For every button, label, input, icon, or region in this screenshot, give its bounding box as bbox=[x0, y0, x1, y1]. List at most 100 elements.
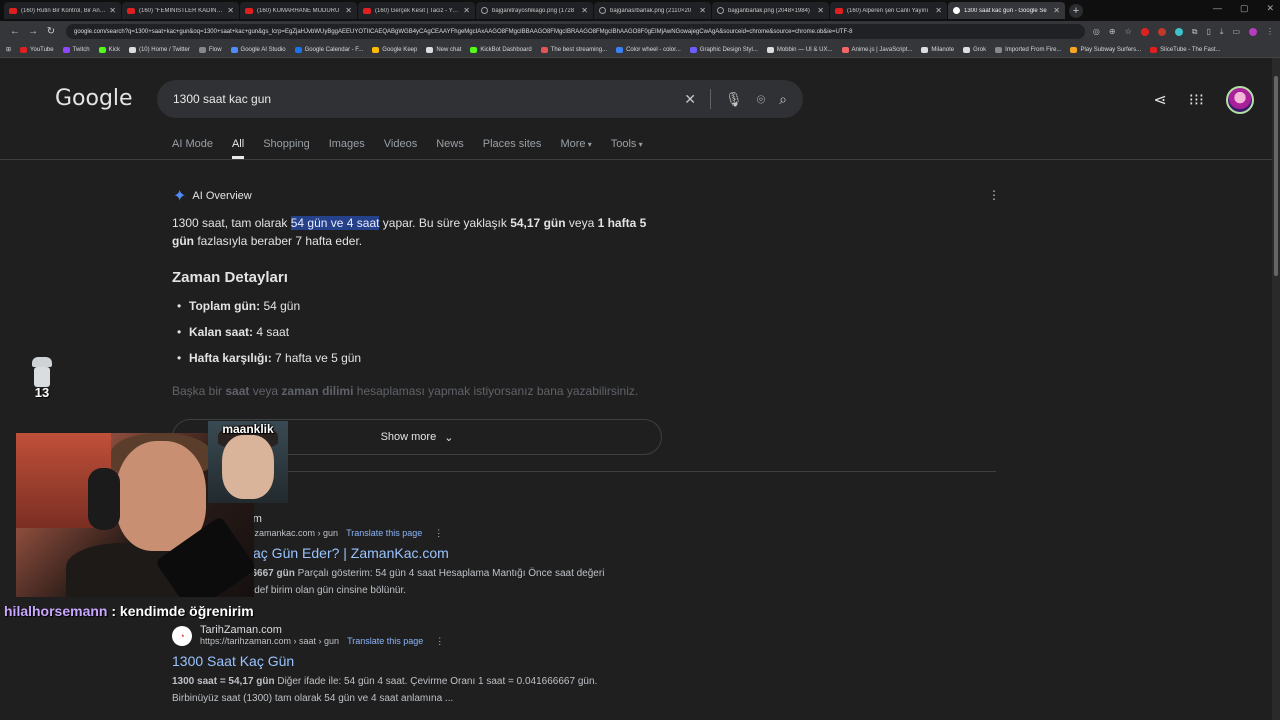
forward-icon[interactable]: → bbox=[24, 26, 42, 37]
tab-title: (160) Alperen şen Canlı Yayını bbox=[847, 7, 929, 14]
tab-places-sites[interactable]: Places sites bbox=[483, 138, 542, 159]
translate-link[interactable]: Translate this page bbox=[346, 528, 422, 538]
bookmark-item[interactable]: Mobbin — UI & UX... bbox=[766, 46, 833, 53]
tab-ai-mode[interactable]: AI Mode bbox=[172, 138, 213, 159]
tab-shopping[interactable]: Shopping bbox=[263, 138, 310, 159]
close-tab-icon[interactable]: ✕ bbox=[345, 6, 352, 15]
bookmark-item[interactable]: (10) Home / Twitter bbox=[128, 46, 190, 53]
search-input[interactable]: 1300 saat kac gun bbox=[173, 92, 684, 106]
minimize-icon[interactable]: — bbox=[1213, 3, 1222, 14]
extensions-puzzle-icon[interactable]: ⧉ bbox=[1192, 27, 1198, 37]
clear-icon[interactable]: ✕ bbox=[684, 91, 696, 108]
bookmark-item[interactable]: Color wheel - color... bbox=[616, 46, 681, 53]
bookmark-item[interactable]: Twitch bbox=[62, 46, 90, 53]
bookmark-item[interactable]: Play Subway Surfers... bbox=[1070, 46, 1141, 53]
tab-images[interactable]: Images bbox=[329, 138, 365, 159]
tab-more[interactable]: More ▾ bbox=[560, 138, 591, 159]
avatar[interactable] bbox=[1226, 86, 1254, 114]
bookmark-item[interactable]: SliceTube - The Fast... bbox=[1150, 46, 1221, 53]
browser-tab[interactable]: 1300 saat kac gun - Google Se ✕ bbox=[948, 2, 1065, 19]
apps-icon[interactable]: ⁝⁝⁝ bbox=[1189, 90, 1204, 110]
browser-tab[interactable]: bajganasrbarlak.png (2110×20 ✕ bbox=[594, 2, 711, 19]
close-tab-icon[interactable]: ✕ bbox=[463, 6, 470, 15]
google-logo[interactable]: Google bbox=[55, 86, 133, 111]
apps-grid-icon[interactable]: ⊞ bbox=[6, 46, 11, 53]
tab-news[interactable]: News bbox=[436, 138, 464, 159]
tab-label: Shopping bbox=[263, 138, 310, 150]
sidepanel-icon[interactable]: ▯ bbox=[1206, 27, 1210, 36]
camera-lens-icon[interactable]: ⌾ bbox=[757, 91, 765, 108]
bookmark-item[interactable]: Milanote bbox=[921, 46, 954, 53]
back-icon[interactable]: ← bbox=[6, 26, 24, 37]
bookmark-item[interactable]: Kick bbox=[98, 46, 120, 53]
result-title-link[interactable]: ...Kaç Gün Eder? | ZamanKac.com bbox=[232, 545, 652, 561]
badge-number: 13 bbox=[34, 385, 50, 400]
scrollbar-thumb[interactable] bbox=[1274, 76, 1278, 276]
reload-icon[interactable]: ↻ bbox=[42, 26, 60, 37]
tab-all[interactable]: All bbox=[231, 138, 245, 159]
bookmark-favicon-icon bbox=[616, 46, 624, 53]
page-scrollbar[interactable] bbox=[1272, 58, 1280, 720]
microphone-icon[interactable]: 🎙 bbox=[725, 91, 743, 108]
tab-tools[interactable]: Tools ▾ bbox=[611, 138, 643, 159]
bookmark-item[interactable]: Graphic Design Styl... bbox=[689, 46, 758, 53]
bookmark-item[interactable]: Grok bbox=[963, 46, 986, 53]
browser-tab[interactable]: (160) KUMARHANE MÜDÜRÜ ✕ bbox=[240, 2, 357, 19]
bookmark-item[interactable]: YouTube bbox=[20, 46, 54, 53]
close-tab-icon[interactable]: ✕ bbox=[1053, 6, 1060, 15]
bookmark-item[interactable]: The best streaming... bbox=[540, 46, 607, 53]
browser-tab[interactable]: (160) Gerçek Kesit | Taciz - YouT ✕ bbox=[358, 2, 475, 19]
location-icon[interactable]: ◎ bbox=[1093, 27, 1100, 36]
result-options-icon[interactable]: ⋮ bbox=[434, 528, 443, 538]
bookmark-favicon-icon bbox=[995, 46, 1003, 53]
tab-search-icon[interactable]: ▭ bbox=[1232, 27, 1240, 36]
bookmark-item[interactable]: Imported From Fire... bbox=[995, 46, 1062, 53]
browser-tab[interactable]: bajganitrayoshikago.png (1728 ✕ bbox=[476, 2, 593, 19]
summary-text: veya bbox=[565, 216, 598, 230]
bookmark-favicon-icon bbox=[98, 46, 106, 53]
summary-highlight: 54 gün ve 4 saat bbox=[290, 216, 380, 230]
address-bar[interactable]: google.com/search?q=1300+saat+kac+gun&oq… bbox=[66, 24, 1085, 39]
zoom-icon[interactable]: ⊕ bbox=[1109, 27, 1116, 36]
result-options-icon[interactable]: ⋮ bbox=[435, 636, 444, 646]
browser-tab[interactable]: (160) Alperen şen Canlı Yayını ✕ bbox=[830, 2, 947, 19]
extension-icon[interactable] bbox=[1140, 27, 1149, 36]
close-tab-icon[interactable]: ✕ bbox=[935, 6, 942, 15]
download-icon[interactable]: ⤓ bbox=[1220, 27, 1224, 37]
close-tab-icon[interactable]: ✕ bbox=[227, 6, 234, 15]
bookmark-item[interactable]: Google Keep bbox=[372, 46, 417, 53]
browser-menu-icon[interactable]: ⋮ bbox=[1266, 27, 1274, 36]
close-tab-icon[interactable]: ✕ bbox=[817, 6, 824, 15]
bookmark-item[interactable]: Google Calendar - F... bbox=[294, 46, 364, 53]
maximize-icon[interactable]: ▢ bbox=[1240, 3, 1249, 14]
extension-icon[interactable] bbox=[1174, 27, 1183, 36]
bookmark-item[interactable]: Anime.js | JavaScript... bbox=[841, 46, 912, 53]
bookmark-item[interactable]: KickBot Dashboard bbox=[470, 46, 532, 53]
more-options-icon[interactable]: ⋮ bbox=[988, 188, 1000, 202]
share-icon[interactable]: ⋖ bbox=[1153, 90, 1166, 110]
bookmark-item[interactable]: Flow bbox=[198, 46, 222, 53]
search-icon[interactable]: ⌕ bbox=[779, 91, 787, 108]
tab-videos[interactable]: Videos bbox=[384, 138, 417, 159]
bookmark-item[interactable]: New chat bbox=[426, 46, 461, 53]
extension-icon[interactable] bbox=[1157, 27, 1166, 36]
browser-tab[interactable]: bajganbarlak.png (2048×1984) ✕ bbox=[712, 2, 829, 19]
bookmark-star-icon[interactable]: ☆ bbox=[1125, 27, 1132, 36]
close-window-icon[interactable]: ✕ bbox=[1266, 3, 1274, 14]
browser-tab[interactable]: (160) Rutin Bir Kontrol, Bir Anda ✕ bbox=[4, 2, 121, 19]
result-title-link[interactable]: 1300 Saat Kaç Gün bbox=[172, 653, 652, 669]
translate-link[interactable]: Translate this page bbox=[347, 636, 423, 646]
bookmark-item[interactable]: Google AI Studio bbox=[230, 46, 286, 53]
tab-label: All bbox=[231, 138, 245, 150]
search-box[interactable]: 1300 saat kac gun ✕ 🎙 ⌾ ⌕ bbox=[157, 80, 803, 118]
profile-icon[interactable] bbox=[1249, 27, 1257, 36]
bookmark-label: Mobbin — UI & UX... bbox=[776, 46, 833, 53]
new-tab-button[interactable]: + bbox=[1069, 3, 1083, 18]
browser-tab[interactable]: (160) "FEMİNİSTLER KADINLAR ✕ bbox=[122, 2, 239, 19]
close-tab-icon[interactable]: ✕ bbox=[699, 6, 706, 15]
bookmark-label: Google Calendar - F... bbox=[304, 46, 364, 53]
bookmark-label: Imported From Fire... bbox=[1005, 46, 1062, 53]
close-tab-icon[interactable]: ✕ bbox=[109, 6, 116, 15]
close-tab-icon[interactable]: ✕ bbox=[581, 6, 588, 15]
tab-label: Videos bbox=[383, 138, 418, 150]
